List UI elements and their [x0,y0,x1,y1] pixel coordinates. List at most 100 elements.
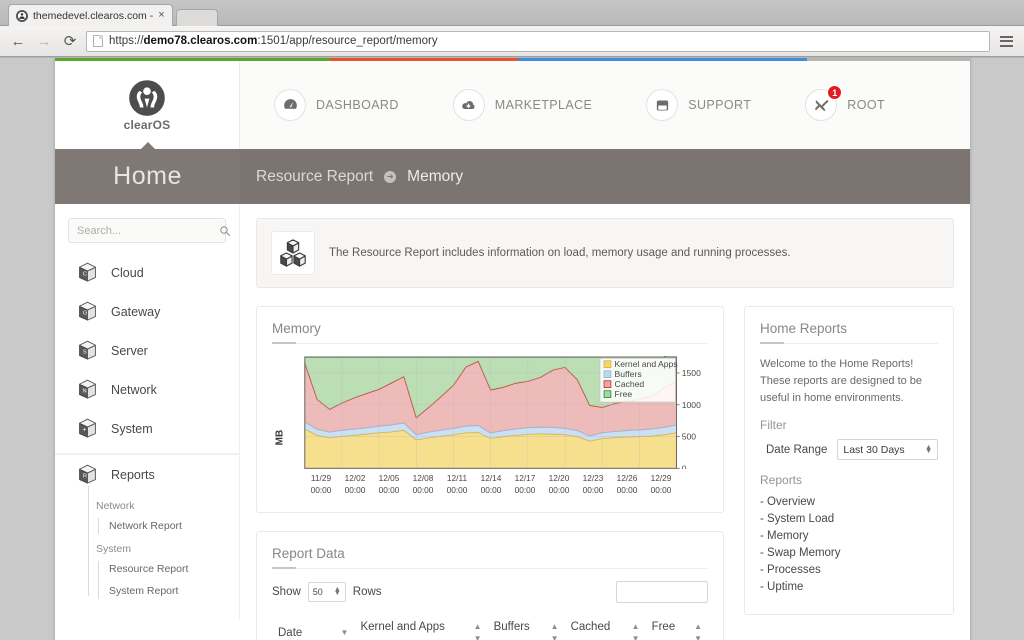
brand-name: clearOS [123,117,171,132]
chart-y-tick-label: 500 [682,432,697,442]
rows-label: Rows [352,586,382,599]
column-header-free[interactable]: Free ▲ ▼ [645,613,708,640]
page-document-icon [93,35,103,47]
column-label-kernel-and-apps: Kernel and Apps [360,621,445,634]
page-viewport: clearOS DASHBOARD MARKETPLACE SUPPORT 1 … [0,58,1024,640]
rows-per-page-select[interactable]: 50 ▲ ▼ [307,582,346,603]
chart-x-tick: 12/08 00:00 [412,473,434,496]
show-rows-control: Show 50 ▲ ▼ Rows [272,582,382,603]
tab-close-icon[interactable]: × [158,10,164,21]
chart-plot-column: 0 500 1000 1500 Kernel and Apps Buffers Cached… [288,356,708,496]
home-report-link[interactable]: - Uptime [760,579,938,596]
browser-toolbar: ← → ⟳ https://demo78.clearos.com:1501/ap… [0,26,1024,57]
sidebar-item-cloud[interactable]: C Cloud [55,253,239,292]
sidebar-label-reports: Reports [111,467,155,482]
home-report-link[interactable]: - System Load [760,511,938,528]
sidebar-subitem-network-report[interactable]: Network Report [109,515,239,537]
svg-text:N: N [82,388,86,394]
search-box[interactable] [68,218,230,243]
sidebar-label-system: System [111,421,153,436]
sidebar-subgroup-heading-system: System [96,543,132,555]
search-icon[interactable] [219,225,231,237]
column-label-buffers: Buffers [493,621,530,634]
column-header-buffers[interactable]: Buffers ▲ ▼ [487,613,565,640]
home-reports-panel: Home Reports Welcome to the Home Reports… [744,306,954,615]
home-report-link[interactable]: - Memory [760,528,938,545]
memory-chart: MB 0 500 1000 1500 Kernel and Apps Buffers Cac… [272,356,708,496]
url-domain: demo78.clearos.com [143,35,258,47]
chart-legend-swatch [603,390,612,398]
home-reports-paragraph: Welcome to the Home Reports! These repor… [760,358,923,404]
table-filter-input[interactable] [616,581,708,604]
back-button-icon[interactable]: ← [8,31,28,51]
address-bar[interactable]: https://demo78.clearos.com:1501/app/reso… [86,30,990,52]
chart-legend-swatch [603,370,612,379]
sidebar-item-reports[interactable]: R Reports [55,455,239,494]
sidebar-item-server[interactable]: S Server [55,331,239,370]
home-report-link[interactable]: - Overview [760,494,938,511]
browser-tab[interactable]: themedevel.clearos.com - × [8,4,173,26]
svg-text:C: C [83,271,87,277]
tools-icon: 1 [805,85,843,121]
sidebar-search-wrap [55,218,239,249]
column-header-kernel-and-apps[interactable]: Kernel and Apps ▲ ▼ [354,613,488,640]
search-input[interactable] [77,224,219,237]
sidebar-label-network: Network [111,382,157,397]
sidebar-label-cloud: Cloud [111,265,144,280]
home-reports-list: - Overview - System Load - Memory - Swap Me… [760,494,938,596]
nav-item-support[interactable]: SUPPORT [646,89,751,121]
sidebar-subitem-resource-report[interactable]: Resource Report [109,558,239,580]
page-content: C Cloud G Gateway S Server N [55,204,970,640]
cube-icon: N [79,379,96,399]
chart-x-tick: 12/17 00:00 [514,473,536,496]
nav-item-dashboard[interactable]: DASHBOARD [274,89,399,121]
sort-both-icon: ▲ ▼ [550,622,559,640]
breadcrumb-item-memory[interactable]: Memory [407,168,463,186]
chart-legend-label: Kernel and Apps [615,359,678,369]
cubes-icon [271,231,315,275]
url-path: :1501/app/resource_report/memory [257,35,438,47]
svg-text:R: R [83,473,87,479]
chart-y-axis-title: MB [274,429,286,445]
nav-item-root[interactable]: 1 ROOT [805,85,885,121]
breadcrumb-item-resource-report[interactable]: Resource Report [256,168,373,186]
cube-icon: R [79,464,96,484]
column-label-free: Free [651,621,676,634]
left-sidebar: C Cloud G Gateway S Server N [55,204,240,620]
chart-svg: 0 500 1000 1500 Kernel and AppsBuffersCached… [304,356,701,469]
nav-item-marketplace[interactable]: MARKETPLACE [452,89,592,121]
home-title[interactable]: Home [55,142,240,204]
column-header-cached[interactable]: Cached ▲ ▼ [564,613,646,640]
chart-x-axis-labels: 11/29 00:00 12/02 00:00 12/05 00:00 12/08 00:00… [288,472,708,496]
sidebar-subitem-system-report[interactable]: System Report [109,580,239,602]
home-report-link[interactable]: - Processes [760,562,938,579]
browser-menu-icon[interactable] [996,31,1016,51]
sidebar-subgroup-items-network: Network Report [96,515,239,537]
chart-x-tick: 12/02 00:00 [344,473,366,496]
speedometer-icon [274,89,306,121]
info-notice-text: The Resource Report includes information… [329,247,791,259]
content-columns: Memory MB 0 500 1000 1500 Kernel and Apps Buf… [256,306,954,640]
sort-both-icon: ▲ ▼ [694,622,702,640]
url-prefix: https:// [109,35,144,47]
date-range-select[interactable]: Last 30 Days ▲ ▼ [837,439,938,460]
sort-desc-icon: ▼ [340,628,349,638]
address-bar-text: https://demo78.clearos.com:1501/app/reso… [109,35,438,47]
date-range-label: Date Range [766,443,828,456]
brand-logo-block[interactable]: clearOS [55,61,240,149]
chart-x-tick: 12/23 00:00 [582,473,604,496]
chart-y-tick-label: 1000 [682,400,701,410]
column-header-date[interactable]: Date ▼ [272,613,355,640]
forward-button-icon[interactable]: → [34,31,54,51]
stepper-icon: ▲ ▼ [333,586,341,598]
report-data-panel: Report Data Show 50 ▲ ▼ Rows Date ▼ Kern… [256,531,724,640]
home-report-link[interactable]: - Swap Memory [760,545,938,562]
nav-label-dashboard: DASHBOARD [316,98,399,112]
sidebar-item-network[interactable]: N Network [55,370,239,409]
sidebar-item-gateway[interactable]: G Gateway [55,292,239,331]
new-tab-button[interactable] [175,9,218,26]
chart-x-tick: 12/26 00:00 [616,473,638,496]
report-data-title: Report Data [272,546,708,570]
sidebar-item-system[interactable]: + System [55,409,239,448]
reload-button-icon[interactable]: ⟳ [60,31,80,51]
